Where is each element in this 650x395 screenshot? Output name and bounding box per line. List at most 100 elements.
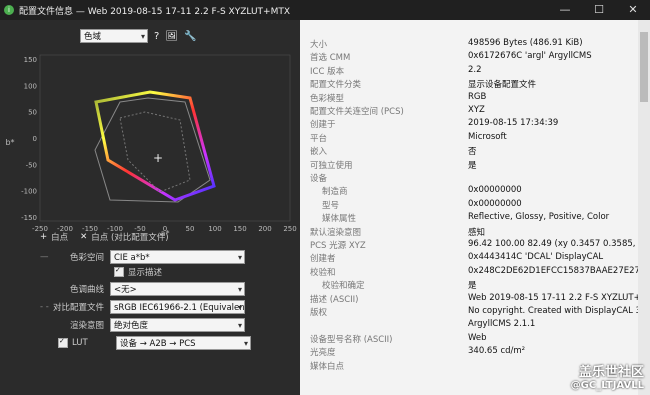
- dashed-line-icon: - -: [40, 302, 49, 312]
- watermark-handle: @GC_LTJAVLL: [570, 380, 644, 391]
- info-value: 498596 Bytes (486.91 KiB): [468, 38, 583, 48]
- info-value: 340.65 cd/m²: [468, 346, 526, 357]
- info-pane: 大小 498596 Bytes (486.91 KiB) 首选 CMM 0x61726…: [300, 20, 650, 395]
- info-value: 0x4443414C 'DCAL' DisplayCAL: [468, 252, 604, 263]
- show-desc-label: 显示描述: [128, 268, 163, 278]
- y-tick-label: 50: [28, 109, 37, 117]
- whitepoint-legend: 白点: [51, 233, 69, 243]
- cross-icon: ✕: [80, 232, 88, 242]
- left-pane: 色域 ? 🖼 🔧 -250-200-150-100-50050100150200…: [0, 20, 300, 395]
- info-value: RGB: [468, 91, 487, 102]
- info-key: 创建于: [310, 120, 336, 131]
- lut-checkbox[interactable]: [58, 337, 68, 348]
- y-tick-label: -50: [26, 161, 37, 169]
- info-key: 平台: [310, 133, 328, 144]
- help-icon[interactable]: ?: [154, 31, 159, 42]
- gamut-plot: -250 -200 -150 -100 -50 0 50 100 150 200 250150100…: [5, 54, 297, 238]
- toolbar: 色域 ? 🖼 🔧: [80, 28, 196, 44]
- info-value: XYZ: [468, 105, 485, 115]
- x-tick-label: 250: [283, 225, 296, 233]
- dash-icon: —: [40, 252, 49, 262]
- whitepoint-compare-legend: 白点 (对比配置文件): [91, 233, 169, 243]
- y-axis-label: b*: [5, 138, 14, 147]
- show-desc-row[interactable]: 显示描述: [114, 266, 162, 278]
- x-tick-label: 150: [233, 225, 246, 233]
- close-button[interactable]: ✕: [618, 0, 648, 20]
- minimize-button[interactable]: —: [550, 0, 580, 20]
- colorspace-label: 色彩空间: [69, 253, 104, 263]
- y-tick-label: -100: [21, 188, 37, 196]
- window-title: 配置文件信息 — Web 2019-08-15 17-11 2.2 F-S XY…: [19, 6, 291, 17]
- x-tick-label: 100: [208, 225, 221, 233]
- info-key: 配置文件分类: [310, 80, 362, 91]
- info-value: 感知: [468, 227, 486, 238]
- info-value: Microsoft: [468, 131, 507, 142]
- tone-curve-label: 色调曲线: [69, 285, 104, 295]
- show-desc-checkbox[interactable]: [114, 266, 124, 277]
- lut-row: LUT 设备 → A2B → PCS: [40, 336, 251, 350]
- info-key: 型号: [322, 200, 340, 211]
- colorspace-select[interactable]: CIE a*b*: [110, 250, 245, 264]
- intent-row: 渲染意图 绝对色度: [40, 318, 245, 332]
- watermark: 盖乐世社区 @GC_LTJAVLL: [571, 361, 644, 391]
- info-key: 描述 (ASCII): [310, 294, 359, 305]
- info-value: 显示设备配置文件: [468, 80, 537, 91]
- info-key: 默认渲染意图: [310, 227, 362, 238]
- view-select[interactable]: 色域: [80, 29, 148, 43]
- info-value: 96.42 100.00 82.49 (xy 0.3457 0.3585, CC…: [468, 239, 650, 249]
- info-key: 大小: [310, 40, 328, 50]
- y-tick-label: 0: [33, 135, 37, 143]
- info-value: 0x00000000: [468, 185, 522, 196]
- info-key: 媒体白点: [310, 361, 345, 372]
- info-key: 光亮度: [310, 348, 336, 359]
- info-key: 配置文件关连空间 (PCS): [310, 107, 404, 117]
- info-key: 首选 CMM: [310, 53, 351, 64]
- lut-select[interactable]: 设备 → A2B → PCS: [116, 336, 251, 350]
- lut-label: LUT: [72, 338, 88, 348]
- y-tick-label: 150: [24, 56, 37, 64]
- maximize-button[interactable]: ☐: [584, 0, 614, 20]
- info-key: 制造商: [322, 187, 348, 198]
- compare-select[interactable]: sRGB IEC61966-2.1 (Equivalent: [110, 300, 245, 314]
- info-key: 设备型号名称 (ASCII): [310, 334, 393, 345]
- info-value: Web: [468, 332, 487, 343]
- info-key: 校验和: [310, 267, 336, 278]
- watermark-title: 盖乐世社区: [578, 365, 644, 380]
- info-value: 2019-08-15 17:34:39: [468, 118, 559, 129]
- info-key: 校验和确定: [322, 281, 365, 292]
- scrollbar[interactable]: [638, 20, 650, 395]
- info-value: 0x00000000: [468, 198, 522, 209]
- info-key: 创建者: [310, 254, 336, 265]
- x-tick-label: 50: [186, 225, 195, 233]
- tone-curve-select[interactable]: <无>: [110, 282, 245, 296]
- legend-row: + 白点 ✕ 白点 (对比配置文件): [40, 231, 169, 243]
- plot-frame: [39, 54, 291, 222]
- info-key: 色彩模型: [310, 93, 345, 104]
- intent-select[interactable]: 绝对色度: [110, 318, 245, 332]
- tone-curve-row: 色调曲线 <无>: [40, 282, 245, 296]
- info-key: ICC 版本: [310, 66, 345, 77]
- info-value: 是: [468, 281, 477, 292]
- info-key: 媒体属性: [322, 214, 357, 225]
- info-icon: i: [4, 5, 14, 15]
- info-value: No copyright. Created with DisplayCAL 3.…: [468, 306, 650, 316]
- info-key: PCS 光源 XYZ: [310, 241, 366, 251]
- y-tick-label: 100: [24, 82, 37, 90]
- info-value: ArgyllCMS 2.1.1: [468, 319, 536, 330]
- info-key: 嵌入: [310, 147, 328, 158]
- image-icon[interactable]: 🖼: [165, 31, 178, 42]
- info-value: 是: [468, 160, 477, 171]
- info-value: 0x6172676C 'argl' ArgyllCMS: [468, 51, 592, 62]
- compare-row: - - 对比配置文件 sRGB IEC61966-2.1 (Equivalent: [40, 300, 245, 314]
- colorspace-row: — 色彩空间 CIE a*b*: [40, 250, 245, 264]
- tools-icon[interactable]: 🔧: [184, 31, 196, 42]
- info-value: 0x248C2DE62D1EFCC15837BAAE27E276E0: [468, 265, 650, 276]
- x-tick-label: 200: [258, 225, 271, 233]
- info-value: Web 2019-08-15 17-11 2.2 F-S XYZLUT+MTX: [468, 292, 650, 303]
- whitepoint-marker: +: [153, 151, 163, 165]
- scroll-thumb[interactable]: [640, 32, 648, 102]
- plus-icon: +: [40, 232, 48, 242]
- info-value: 2.2: [468, 64, 482, 75]
- info-key: 可独立使用: [310, 160, 353, 171]
- compare-label: 对比配置文件: [52, 303, 104, 313]
